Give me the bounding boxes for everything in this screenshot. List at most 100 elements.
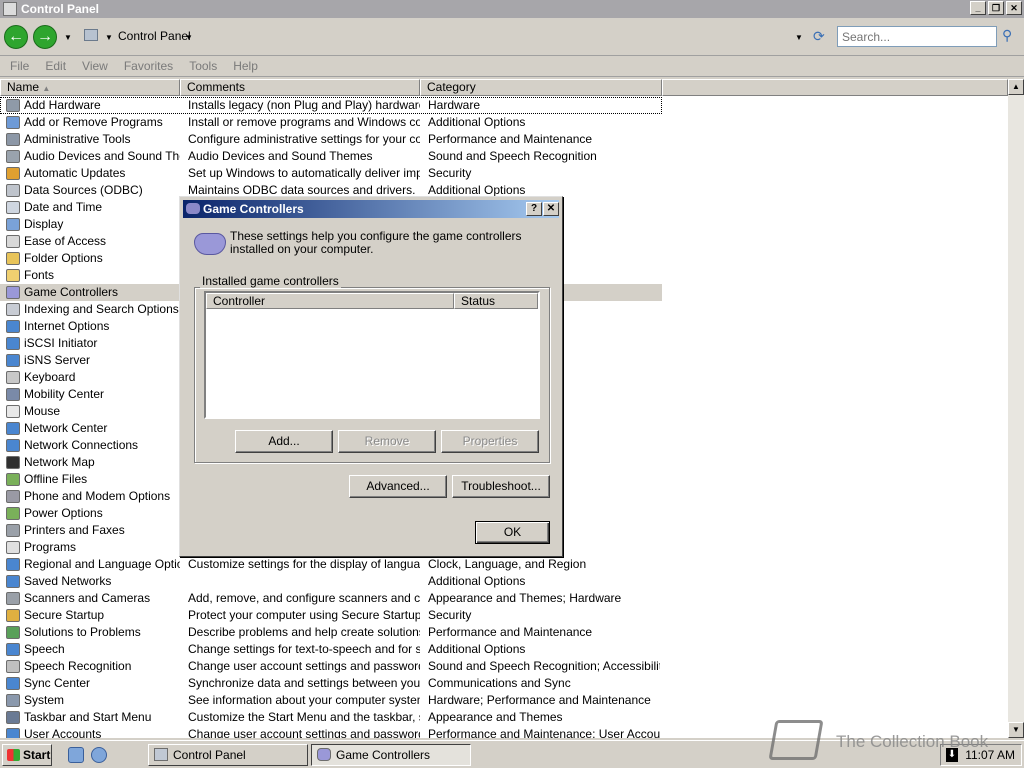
forward-arrow-icon[interactable]: → bbox=[33, 25, 57, 49]
address-dropdown-icon[interactable]: ▼ bbox=[795, 33, 803, 42]
item-comment: Describe problems and help create soluti… bbox=[188, 625, 420, 639]
item-name: Automatic Updates bbox=[24, 166, 126, 180]
offline-files-icon bbox=[6, 473, 20, 486]
internet-icon bbox=[6, 320, 20, 333]
updates-icon bbox=[6, 167, 20, 180]
menu-edit[interactable]: Edit bbox=[39, 57, 72, 76]
crumb-dropdown-icon[interactable]: ▼ bbox=[185, 33, 193, 42]
item-name: Ease of Access bbox=[24, 234, 107, 248]
iscsi-icon bbox=[6, 337, 20, 350]
list-item[interactable]: Add or Remove Programs Install or remove … bbox=[0, 114, 662, 131]
clock-icon bbox=[6, 201, 20, 214]
menu-help[interactable]: Help bbox=[227, 57, 264, 76]
remove-button[interactable]: Remove bbox=[338, 430, 436, 453]
item-name: Solutions to Problems bbox=[24, 625, 141, 639]
control-panel-task-icon bbox=[154, 748, 168, 761]
user-accounts-icon bbox=[6, 728, 20, 738]
list-item[interactable]: Speech Recognition Change user account se… bbox=[0, 658, 662, 675]
refresh-icon[interactable]: ⟳ bbox=[813, 28, 825, 45]
vertical-scrollbar[interactable]: ▲ ▼ bbox=[1008, 79, 1024, 738]
group-label: Installed game controllers bbox=[200, 274, 341, 288]
list-item[interactable]: Solutions to Problems Describe problems a… bbox=[0, 624, 662, 641]
internet-explorer-icon[interactable] bbox=[91, 747, 107, 763]
controller-column-header[interactable]: Controller bbox=[206, 293, 454, 309]
scroll-up-icon[interactable]: ▲ bbox=[1008, 79, 1024, 95]
menu-view[interactable]: View bbox=[76, 57, 114, 76]
start-label: Start bbox=[23, 748, 51, 762]
item-comment: See information about your computer syst… bbox=[188, 693, 420, 707]
item-name: Folder Options bbox=[24, 251, 103, 265]
status-column-header[interactable]: Status bbox=[454, 293, 538, 309]
taskbar-button-control-panel[interactable]: Control Panel bbox=[148, 744, 308, 766]
list-item[interactable]: Regional and Language Options Customize s… bbox=[0, 556, 662, 573]
menu-file[interactable]: File bbox=[4, 57, 35, 76]
item-name: Saved Networks bbox=[24, 574, 112, 588]
item-name: Fonts bbox=[24, 268, 55, 282]
history-dropdown-icon[interactable]: ▼ bbox=[64, 33, 72, 42]
menu-tools[interactable]: Tools bbox=[183, 57, 223, 76]
item-name: Power Options bbox=[24, 506, 103, 520]
dialog-close-button[interactable]: ✕ bbox=[543, 202, 559, 216]
start-button[interactable]: Start bbox=[2, 744, 52, 766]
show-desktop-icon[interactable] bbox=[68, 747, 84, 763]
phone-icon bbox=[6, 490, 20, 503]
list-item[interactable]: User Accounts Change user account setting… bbox=[0, 726, 662, 738]
list-item[interactable]: Sync Center Synchronize data and settings… bbox=[0, 675, 662, 692]
troubleshoot-button[interactable]: Troubleshoot... bbox=[452, 475, 550, 498]
regional-icon bbox=[6, 558, 20, 571]
item-name: System bbox=[24, 693, 65, 707]
list-item[interactable]: Secure Startup Protect your computer usin… bbox=[0, 607, 662, 624]
advanced-button[interactable]: Advanced... bbox=[349, 475, 447, 498]
menu-favorites[interactable]: Favorites bbox=[118, 57, 179, 76]
item-comment: Customize settings for the display of la… bbox=[188, 557, 420, 571]
game-controller-icon bbox=[186, 203, 200, 214]
list-item[interactable]: System See information about your compute… bbox=[0, 692, 662, 709]
item-comment: Install or remove programs and Windows c… bbox=[188, 115, 420, 129]
game-controller-large-icon bbox=[194, 233, 226, 255]
close-button[interactable]: ✕ bbox=[1006, 1, 1022, 15]
crumb-chevron-icon[interactable]: ▼ bbox=[105, 33, 113, 42]
column-header-name[interactable]: Name ▲ bbox=[0, 79, 180, 96]
search-icon[interactable]: ⚲ bbox=[1002, 27, 1012, 44]
column-header-category[interactable]: Category bbox=[420, 79, 662, 96]
list-item[interactable]: Administrative Tools Configure administra… bbox=[0, 131, 662, 148]
list-item[interactable]: Audio Devices and Sound The... Audio Devi… bbox=[0, 148, 662, 165]
item-name: Add or Remove Programs bbox=[24, 115, 163, 129]
minimize-button[interactable]: _ bbox=[970, 1, 986, 15]
column-header-comments[interactable]: Comments bbox=[180, 79, 420, 96]
restore-button[interactable]: ❐ bbox=[988, 1, 1004, 15]
speech-icon bbox=[6, 643, 20, 656]
controller-list[interactable]: Controller Status bbox=[204, 291, 540, 419]
sync-icon bbox=[6, 677, 20, 690]
taskbar-button-game-controllers[interactable]: Game Controllers bbox=[311, 744, 471, 766]
add-button[interactable]: Add... bbox=[235, 430, 333, 453]
list-item[interactable]: Speech Change settings for text-to-speech… bbox=[0, 641, 662, 658]
book-watermark-icon bbox=[768, 720, 824, 760]
system-icon bbox=[6, 694, 20, 707]
breadcrumb[interactable]: Control Panel bbox=[118, 29, 191, 43]
indexing-icon bbox=[6, 303, 20, 316]
item-name: Mobility Center bbox=[24, 387, 105, 401]
printer-icon bbox=[6, 524, 20, 537]
game-controller-task-icon bbox=[317, 748, 331, 761]
game-controller-icon bbox=[6, 286, 20, 299]
list-item[interactable]: Saved Networks Additional Options bbox=[0, 573, 662, 590]
list-item[interactable]: Taskbar and Start Menu Customize the Star… bbox=[0, 709, 662, 726]
properties-button[interactable]: Properties bbox=[441, 430, 539, 453]
item-name: Indexing and Search Options bbox=[24, 302, 179, 316]
list-item[interactable]: Automatic Updates Set up Windows to autom… bbox=[0, 165, 662, 182]
ok-button[interactable]: OK bbox=[475, 521, 550, 544]
help-button[interactable]: ? bbox=[526, 202, 542, 216]
speech-recognition-icon bbox=[6, 660, 20, 673]
back-arrow-icon[interactable]: ← bbox=[4, 25, 28, 49]
scroll-down-icon[interactable]: ▼ bbox=[1008, 722, 1024, 738]
item-comment: Audio Devices and Sound Themes bbox=[188, 149, 373, 163]
item-name: Printers and Faxes bbox=[24, 523, 125, 537]
search-input[interactable] bbox=[837, 26, 997, 47]
column-header-name-label: Name bbox=[7, 80, 40, 94]
list-item[interactable]: Scanners and Cameras Add, remove, and con… bbox=[0, 590, 662, 607]
item-name: Regional and Language Options bbox=[24, 557, 180, 571]
item-category: Performance and Maintenance bbox=[428, 625, 593, 639]
network-map-icon bbox=[6, 456, 20, 469]
isns-icon bbox=[6, 354, 20, 367]
